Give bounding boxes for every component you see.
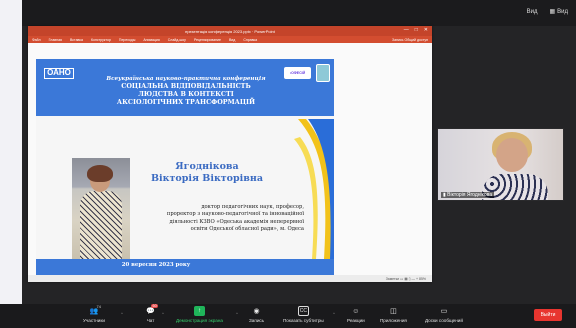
- captions-button[interactable]: CC Показать субтитры: [283, 306, 324, 323]
- speaker-surname: Ягоднікова: [175, 161, 239, 172]
- slide: ОАНО •ОФЕСІЙ Всеукраїнська науково-практ…: [36, 59, 334, 280]
- record-icon: ◉: [253, 308, 260, 315]
- participants-icon: 👥 74: [89, 304, 101, 315]
- chat-chevron-up-icon[interactable]: ^: [162, 311, 164, 316]
- ukraine-ribbon-decoration: [294, 119, 334, 259]
- zoom-top-bar: [22, 0, 576, 26]
- participant-video-tile[interactable]: ▮ Вікторія Ягоднікова: [437, 128, 564, 201]
- ribbon-tabs: Файл Главная Вставка Конструктор Переход…: [28, 36, 432, 43]
- status-controls[interactable]: Заметки ▭ ▦ ▯ — + 85%: [386, 277, 426, 281]
- slide-date: 20 вересня 2023 року: [121, 262, 191, 268]
- bio-line-1: доктор педагогічних наук, професор,: [201, 204, 304, 210]
- tab-design[interactable]: Конструктор: [91, 38, 111, 42]
- participants-button[interactable]: 👥 74 Участники: [83, 304, 105, 323]
- apps-label: Приложения: [380, 318, 407, 323]
- tab-slideshow[interactable]: Слайд-шоу: [168, 38, 186, 42]
- participant-name-label: ▮ Вікторія Ягоднікова: [441, 192, 495, 198]
- minimize-button[interactable]: —: [404, 27, 409, 33]
- view-button[interactable]: ▦ Вид: [549, 8, 568, 16]
- conference-title: Всеукраїнська науково-практична конферен…: [66, 76, 306, 106]
- slide-emblem: [316, 64, 330, 82]
- tab-review[interactable]: Рецензирование: [194, 38, 221, 42]
- conference-title-line-2: ЛЮДСТВА В КОНТЕКСТІ: [138, 90, 234, 98]
- ribbon-share[interactable]: Запись Общий доступ: [392, 38, 432, 42]
- whiteboards-label: Доски сообщений: [425, 318, 463, 323]
- tab-view[interactable]: Вид: [229, 38, 235, 42]
- chat-label: Чат: [146, 318, 155, 323]
- grid-icon: ▦: [549, 9, 556, 15]
- apps-button[interactable]: ◫ Приложения: [380, 306, 407, 323]
- participant-face: [496, 138, 528, 172]
- window-title: презентація конференція 2023.pptx · Powe…: [185, 28, 275, 34]
- speaker-bio: доктор педагогічних наук, професор, прор…: [156, 204, 304, 234]
- record-label: Запись: [249, 318, 265, 323]
- record-button[interactable]: ◉ Запись: [249, 306, 264, 323]
- powerpoint-status-bar: Заметки ▭ ▦ ▯ — + 85%: [28, 275, 432, 282]
- close-button[interactable]: ✕: [424, 27, 428, 33]
- tab-home[interactable]: Главная: [49, 38, 62, 42]
- reactions-button[interactable]: ☺ Реакции: [347, 306, 365, 324]
- tab-help[interactable]: Справка: [243, 38, 257, 42]
- tab-transitions[interactable]: Переходы: [119, 38, 135, 42]
- captions-label: Показать субтитры: [283, 318, 324, 323]
- bio-line-2: проректор з науково-педагогічної та інно…: [166, 211, 304, 218]
- bio-line-4: освіти Одеської обласної ради», м. Одеса: [190, 226, 304, 233]
- participants-count: 74: [96, 304, 101, 309]
- whiteboards-button[interactable]: ▭ Доски сообщений: [425, 306, 463, 323]
- photo-body: [80, 191, 122, 261]
- tab-file[interactable]: Файл: [32, 38, 41, 42]
- conference-title-line-1: СОЦІАЛЬНА ВІДПОВІДАЛЬНІСТЬ: [121, 82, 251, 90]
- share-screen-icon: ↑: [193, 306, 205, 316]
- participants-label: Участники: [83, 318, 105, 323]
- whiteboard-icon: ▭: [440, 308, 448, 315]
- chat-icon: 💬 60: [146, 304, 159, 315]
- conference-title-line-3: АКСІОЛОГІЧНИХ ТРАНСФОРМАЦІЙ: [116, 98, 256, 106]
- tab-insert[interactable]: Вставка: [70, 38, 83, 42]
- maximize-button[interactable]: □: [415, 27, 418, 33]
- photo-hair: [87, 165, 113, 182]
- view-controls: Вид ▦ Вид: [527, 8, 568, 16]
- captions-icon: CC: [297, 306, 309, 316]
- share-screen-label: Демонстрация экрана: [176, 318, 223, 323]
- desktop-edge: [0, 0, 22, 304]
- reactions-label: Реакции: [347, 318, 365, 323]
- chat-button[interactable]: 💬 60 Чат: [145, 304, 159, 323]
- signal-icon: ▮: [443, 192, 446, 198]
- window-controls: — □ ✕: [404, 27, 428, 33]
- powerpoint-window[interactable]: презентація конференція 2023.pptx · Powe…: [28, 26, 432, 282]
- tab-animations[interactable]: Анимация: [143, 38, 159, 42]
- captions-chevron-up-icon[interactable]: ^: [333, 311, 335, 316]
- apps-icon: ◫: [390, 308, 397, 315]
- chat-unread-badge: 60: [151, 304, 159, 308]
- reactions-icon: ☺: [352, 307, 360, 315]
- share-chevron-up-icon[interactable]: ^: [236, 311, 238, 316]
- share-screen-button[interactable]: ↑ Демонстрация экрана: [176, 306, 223, 323]
- speaker-given-names: Вікторія Вікторівна: [151, 173, 263, 184]
- screen: Вид ▦ Вид презентація конференція 2023.pp…: [0, 0, 576, 328]
- speaker-view-button[interactable]: Вид: [527, 8, 538, 15]
- speaker-photo: [72, 158, 130, 261]
- participants-chevron-up-icon[interactable]: ^: [121, 311, 123, 316]
- leave-meeting-button[interactable]: Выйти: [534, 309, 562, 321]
- powerpoint-title-bar: презентація конференція 2023.pptx · Powe…: [28, 26, 432, 36]
- speaker-name: Ягоднікова Вікторія Вікторівна: [132, 161, 282, 185]
